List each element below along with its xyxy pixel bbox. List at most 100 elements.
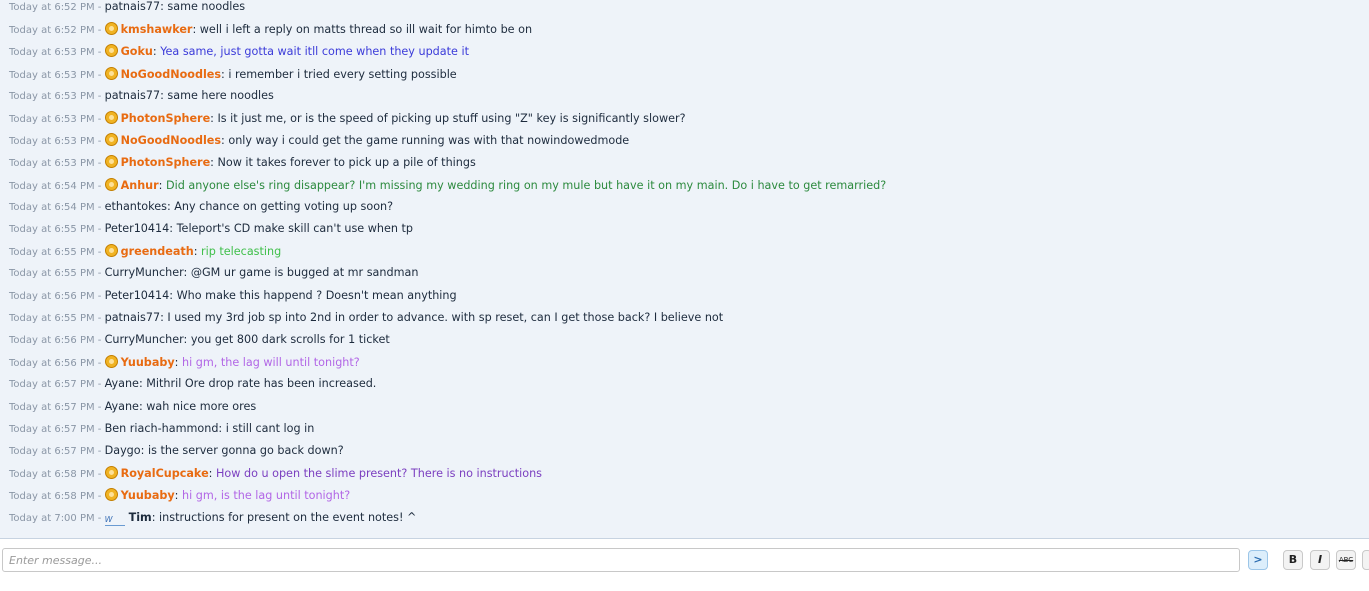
message-timestamp: Today at 6:53 PM (9, 136, 95, 148)
message-text: Teleport's CD make skill can't use when … (176, 222, 413, 235)
message-timestamp: Today at 6:55 PM (9, 312, 95, 324)
message-username[interactable]: Daygo (105, 444, 141, 457)
message-username[interactable]: Peter10414 (105, 289, 170, 302)
message-timestamp: Today at 6:56 PM (9, 358, 95, 370)
message-username[interactable]: Goku (121, 45, 153, 58)
username-colon: : (169, 288, 177, 302)
message-text: Is it just me, or is the speed of pickin… (217, 112, 686, 125)
timestamp-separator: - (94, 180, 105, 192)
message-username[interactable]: PhotonSphere (121, 112, 211, 125)
timestamp-separator: - (94, 379, 105, 391)
chat-message: Today at 6:53 PM - PhotonSphere: Now it … (9, 155, 476, 177)
message-username[interactable]: Ayane (105, 377, 139, 390)
username-colon: : (174, 356, 182, 370)
bold-button[interactable]: B (1283, 550, 1303, 570)
gm-badge-icon (104, 22, 118, 36)
timestamp-separator: - (94, 201, 105, 213)
message-text: i still cant log in (225, 421, 315, 435)
timestamp-separator: - (94, 114, 105, 125)
message-username[interactable]: Ben riach-hammond (105, 422, 219, 435)
message-text: only way i could get the game running wa… (228, 134, 630, 148)
chat-message: Today at 6:56 PM - Peter10414: Who make … (9, 289, 457, 311)
message-timestamp: Today at 6:53 PM (9, 47, 95, 59)
timestamp-separator: - (94, 268, 105, 280)
message-timestamp: Today at 6:58 PM (9, 491, 95, 503)
chat-log: Today at 6:52 PM - patnais77: same noodl… (0, 0, 1369, 539)
send-button[interactable]: > (1248, 550, 1268, 570)
message-username[interactable]: PhotonSphere (121, 156, 211, 169)
chat-message: Today at 6:53 PM - NoGoodNoodles: only w… (9, 133, 629, 155)
strikethrough-button[interactable]: ABC (1336, 550, 1356, 570)
chat-message: Today at 6:53 PM - NoGoodNoodles: i reme… (9, 66, 457, 89)
message-text: hi gm, the lag will until tonight? (182, 356, 360, 370)
username-colon: : (193, 245, 202, 259)
chat-message: Today at 6:57 PM - Ayane: Mithril Ore dr… (9, 377, 376, 399)
timestamp-separator: - (94, 401, 105, 413)
message-timestamp: Today at 6:57 PM (9, 446, 95, 457)
username-colon: : (158, 178, 166, 192)
message-username[interactable]: RoyalCupcake (121, 467, 209, 480)
timestamp-separator: - (94, 290, 105, 302)
chat-message: Today at 6:53 PM - PhotonSphere: Is it j… (9, 111, 686, 133)
timestamp-separator: - (94, 446, 105, 457)
username-colon: : (210, 156, 218, 170)
chat-message: Today at 6:55 PM - greendeath: rip telec… (9, 244, 281, 266)
chat-message: Today at 6:56 PM - CurryMuncher: you get… (9, 333, 390, 355)
username-colon: : (183, 333, 191, 346)
message-username[interactable]: kmshawker (121, 23, 193, 36)
italic-button[interactable]: I (1310, 550, 1330, 570)
message-timestamp: Today at 6:52 PM (9, 2, 95, 13)
more-formatting-button[interactable] (1362, 550, 1369, 570)
timestamp-separator: - (94, 491, 105, 503)
message-username[interactable]: NoGoodNoodles (121, 68, 221, 81)
message-username[interactable]: Tim (129, 511, 152, 524)
message-text: Who make this happend ? Doesn't mean any… (176, 288, 457, 302)
username-colon: : (192, 23, 200, 37)
chat-message: Today at 6:54 PM - ethantokes: Any chanc… (9, 200, 393, 222)
gm-badge-icon (104, 155, 118, 169)
timestamp-separator: - (94, 136, 105, 148)
message-username[interactable]: Yuubaby (121, 489, 175, 502)
timestamp-separator: - (94, 312, 105, 324)
username-colon: : (218, 421, 226, 435)
chat-message: Today at 7:00 PM - W Tim: instructions fo… (9, 511, 416, 533)
message-username[interactable]: CurryMuncher (105, 266, 184, 279)
message-username[interactable]: patnais77 (105, 89, 160, 102)
timestamp-separator: - (94, 469, 105, 481)
gm-badge-icon (104, 44, 118, 58)
gm-badge-icon (104, 466, 118, 480)
message-username[interactable]: patnais77 (105, 0, 160, 13)
message-username[interactable]: greendeath (121, 245, 194, 258)
message-timestamp: Today at 6:52 PM (9, 25, 95, 37)
message-timestamp: Today at 6:58 PM (9, 469, 95, 481)
message-text: Yea same, just gotta wait itll come when… (160, 45, 469, 59)
username-colon: : (151, 510, 160, 524)
message-text: rip telecasting (201, 245, 282, 259)
message-timestamp: Today at 6:56 PM (9, 290, 95, 302)
message-username[interactable]: CurryMuncher (105, 333, 184, 346)
username-colon: : (169, 222, 177, 235)
message-username[interactable]: Anhur (121, 179, 159, 192)
timestamp-separator: - (94, 2, 105, 13)
message-username[interactable]: Ayane (105, 400, 139, 413)
chat-message: Today at 6:58 PM - RoyalCupcake: How do … (9, 466, 542, 488)
message-text: well i left a reply on matts thread so i… (199, 23, 533, 37)
message-input[interactable] (2, 548, 1240, 572)
message-timestamp: Today at 6:57 PM (9, 401, 95, 413)
message-timestamp: Today at 6:53 PM (9, 114, 95, 125)
gm-badge-icon (104, 133, 118, 147)
message-username[interactable]: NoGoodNoodles (121, 134, 221, 147)
message-username[interactable]: Peter10414 (105, 222, 170, 235)
message-text: How do u open the slime present? There i… (216, 467, 543, 481)
chat-message: Today at 6:57 PM - Daygo: is the server … (9, 444, 344, 466)
message-timestamp: Today at 6:55 PM (9, 268, 95, 280)
timestamp-separator: - (94, 512, 105, 524)
message-username[interactable]: patnais77 (105, 311, 160, 324)
timestamp-separator: - (94, 358, 105, 370)
chat-message: Today at 6:53 PM - patnais77: same here … (9, 89, 274, 111)
message-text: Did anyone else's ring disappear? I'm mi… (166, 178, 887, 192)
message-username[interactable]: Yuubaby (121, 356, 175, 369)
timestamp-separator: - (94, 25, 105, 37)
message-username[interactable]: ethantokes (105, 200, 167, 213)
username-colon: : (183, 266, 191, 280)
